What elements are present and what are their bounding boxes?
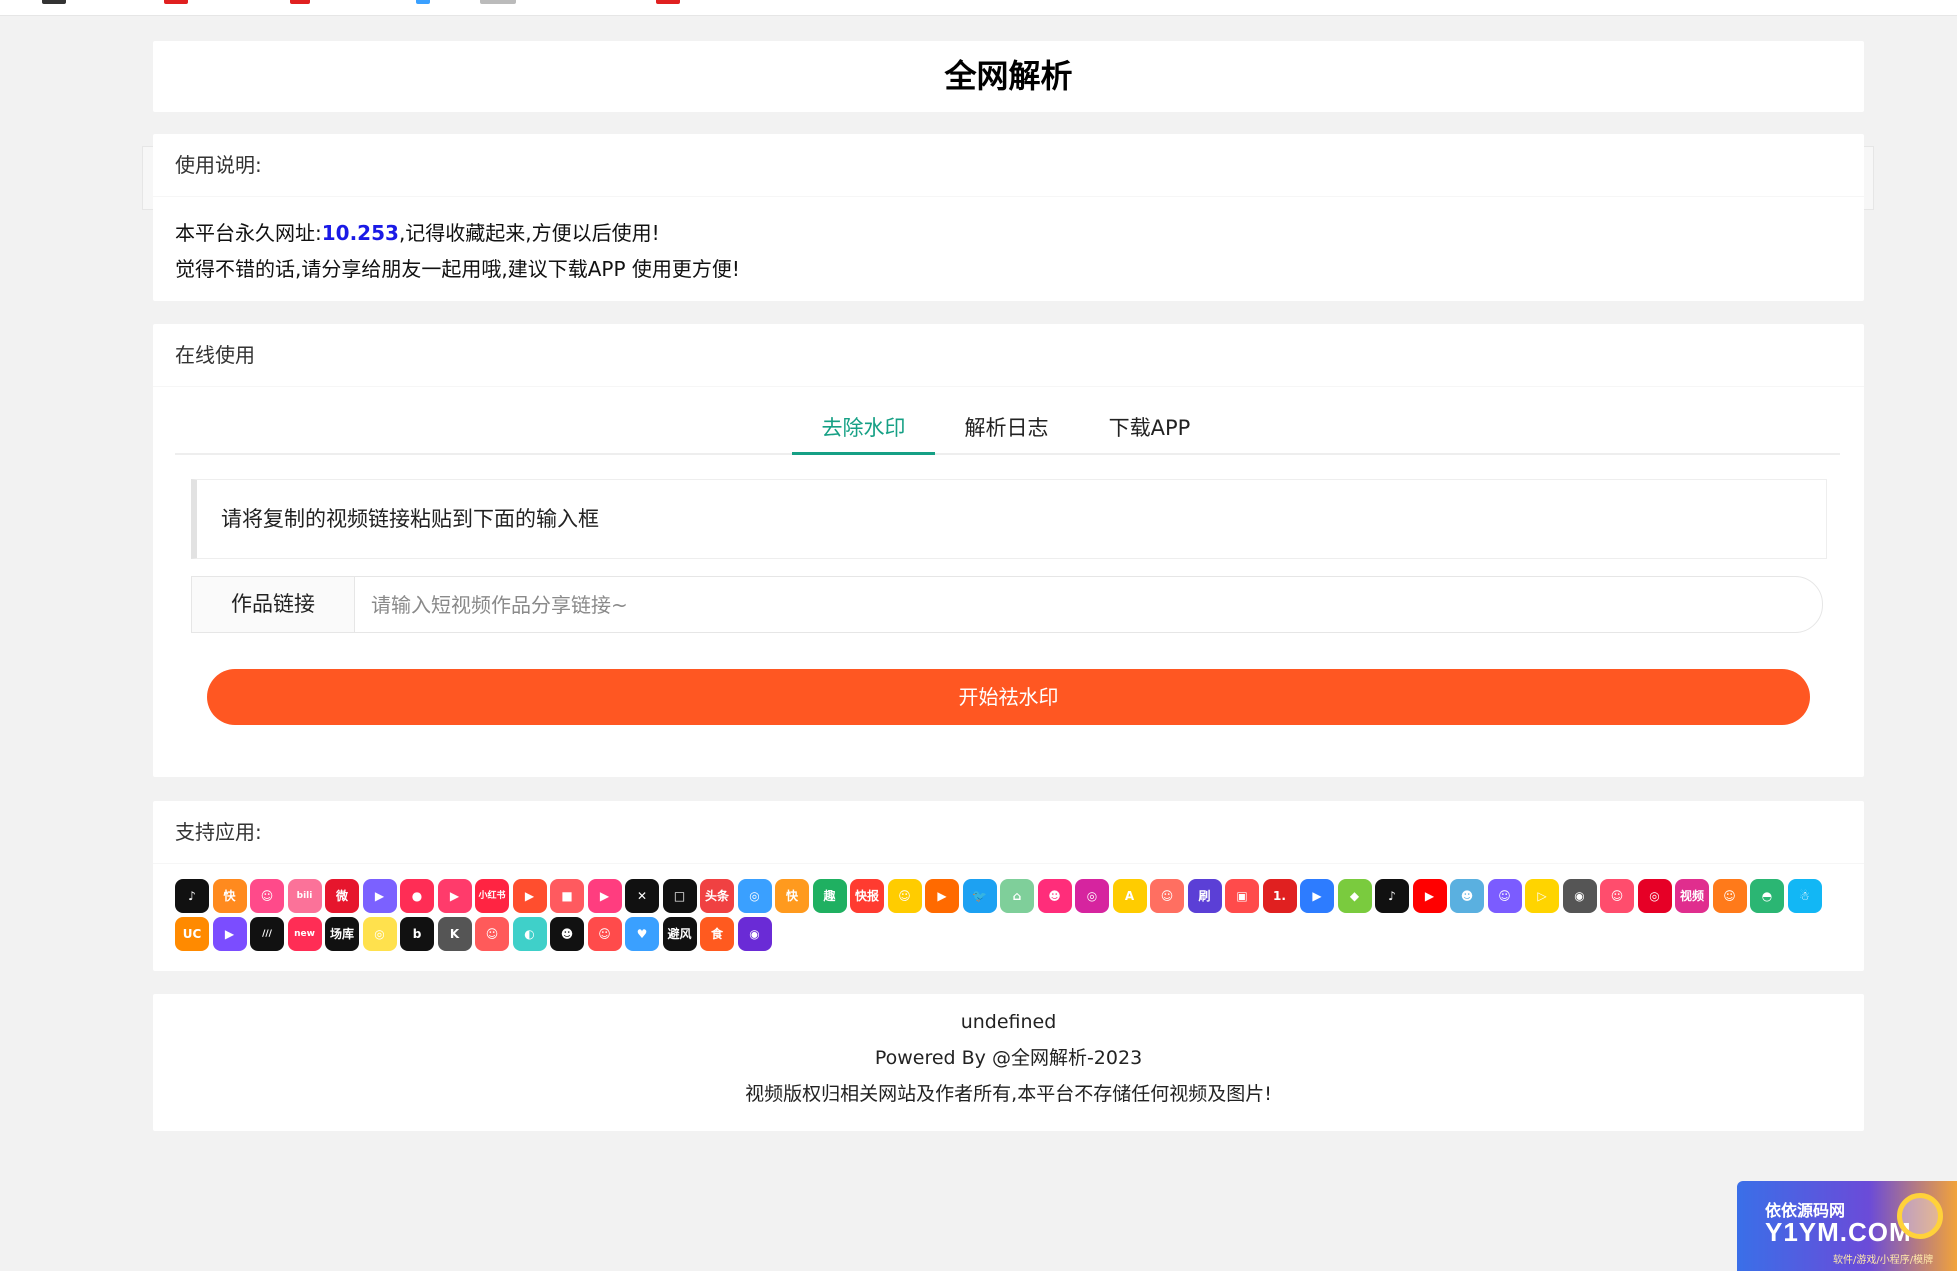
tab-bar: 去除水印 解析日志 下载APP [175, 408, 1840, 455]
douyin-icon: ♪ [175, 879, 209, 913]
app6-icon: ▶ [362, 879, 397, 913]
new-icon: new [287, 917, 322, 951]
app16-icon: ◎ [737, 879, 772, 913]
footer-card: undefined Powered By @全网解析-2023 视频版权归相关网… [153, 994, 1864, 1131]
kuai-icon: 快 [775, 879, 809, 913]
shipin-icon: 视频 [1675, 879, 1709, 913]
changku-icon: 场库 [325, 917, 359, 951]
online-header: 在线使用 [153, 324, 1864, 387]
kuaibao-icon: 快报 [850, 879, 884, 913]
app55-icon: ☻ [550, 917, 584, 951]
app53-icon: ☺ [475, 917, 509, 951]
support-header: 支持应用: [153, 801, 1864, 864]
app54-icon: ◐ [512, 917, 547, 951]
app32-icon: ◆ [1337, 879, 1372, 913]
permanent-url[interactable]: 10.253 [322, 221, 399, 245]
link-input-row: 作品链接 [191, 576, 1823, 633]
app35-icon: ☻ [1450, 879, 1484, 913]
app38-icon: ◉ [1562, 879, 1597, 913]
app60-icon: ◉ [737, 917, 772, 951]
netease-icon: ◎ [1637, 879, 1672, 913]
app27-icon: ☺ [1150, 879, 1184, 913]
usage-line-1-prefix: 本平台永久网址: [175, 221, 322, 245]
topbar-icon[interactable] [416, 0, 430, 4]
xiaohongshu-icon: 小红书 [475, 879, 509, 913]
watermark-badge[interactable]: 依依源码网 Y1YM.COM 软件/游戏/小程序/模牌 [1737, 1181, 1957, 1271]
tab-remove-watermark[interactable]: 去除水印 [792, 408, 935, 455]
gang-icon: 刷 [1187, 879, 1222, 913]
capcut-icon: ✕ [625, 879, 659, 913]
app14-icon: □ [662, 879, 697, 913]
badge-domain: Y1YM.COM [1765, 1217, 1912, 1247]
app51-icon: b [400, 917, 434, 951]
kuaishou-icon: 快 [212, 879, 247, 913]
topbar-icon[interactable] [290, 0, 310, 4]
topbar-icon[interactable] [656, 0, 680, 4]
app57-icon: ♥ [625, 917, 659, 951]
app8-icon: ▶ [437, 879, 472, 913]
shi-icon: 食 [700, 917, 734, 951]
top-bar [0, 0, 1957, 16]
app47-icon: /// [250, 917, 284, 951]
app36-icon: ☺ [1487, 879, 1522, 913]
qu-icon: 趣 [812, 879, 847, 913]
usage-body: 本平台永久网址:10.253,记得收藏起来,方便以后使用! 觉得不错的话,请分享… [153, 197, 1864, 287]
app56-icon: ☺ [587, 917, 622, 951]
app43-icon: ◓ [1750, 879, 1784, 913]
k-icon: K [437, 917, 472, 951]
app11-icon: ■ [550, 879, 584, 913]
app26-icon: A [1112, 879, 1147, 913]
support-card: 支持应用: ♪ 快 ☺ bili 微 ▶ ● ▶ 小红书 ▶ ■ ▶ ✕ □ 头条 ◎ 快趣快报 ☺ ▶ 🐦 ⌂ ☻ ◎ A ☺… [153, 801, 1864, 971]
instagram-icon: ◎ [1075, 879, 1109, 913]
app24-icon: ☻ [1037, 879, 1072, 913]
app10-icon: ▶ [512, 879, 547, 913]
app42-icon: ☺ [1712, 879, 1747, 913]
app23-icon: ⌂ [1000, 879, 1034, 913]
bilibili-icon: bili [287, 879, 322, 913]
uc-icon: UC [175, 917, 209, 951]
link-input-label: 作品链接 [191, 576, 354, 633]
paste-notice: 请将复制的视频链接粘贴到下面的输入框 [191, 479, 1827, 559]
usage-card: 使用说明: 本平台永久网址:10.253,记得收藏起来,方便以后使用! 觉得不错… [153, 134, 1864, 301]
app39-icon: ☺ [1600, 879, 1634, 913]
usage-line-1-suffix: ,记得收藏起来,方便以后使用! [398, 221, 660, 245]
app37-icon: ▷ [1525, 879, 1559, 913]
qq-icon: ☃ [1787, 879, 1822, 913]
footer-line-1: undefined [960, 1011, 1057, 1033]
app7-icon: ● [400, 879, 434, 913]
page-title: 全网解析 [944, 57, 1073, 95]
start-remove-watermark-button[interactable]: 开始祛水印 [207, 669, 1810, 725]
title-card: 全网解析 [153, 41, 1864, 112]
topbar-icon[interactable] [164, 0, 188, 4]
app50-icon: ◎ [362, 917, 397, 951]
topbar-icon[interactable] [42, 0, 66, 4]
bifeng-icon: 避风 [662, 917, 697, 951]
app21-icon: ▶ [925, 879, 959, 913]
app30-icon: 1. [1262, 879, 1297, 913]
usage-line-2: 觉得不错的话,请分享给朋友一起用哦,建议下载APP 使用更方便! [175, 257, 740, 281]
topbar-icon[interactable] [480, 0, 516, 4]
usage-line-1: 本平台永久网址:10.253,记得收藏起来,方便以后使用! [175, 215, 1842, 251]
badge-tagline: 软件/游戏/小程序/模牌 [1833, 1255, 1934, 1266]
footer-copyright: 视频版权归相关网站及作者所有,本平台不存储任何视频及图片! [745, 1083, 1272, 1105]
youtube-icon: ▶ [1412, 879, 1447, 913]
tiktok-icon: ♪ [1375, 879, 1409, 913]
footer-powered-by: Powered By @全网解析-2023 [874, 1047, 1143, 1069]
twitter-icon: 🐦 [962, 879, 997, 913]
magnifier-icon [1897, 1193, 1943, 1239]
weibo-icon: 微 [325, 879, 359, 913]
toutiao-icon: 头条 [700, 879, 734, 913]
app31-icon: ▶ [1300, 879, 1334, 913]
tab-download-app[interactable]: 下载APP [1078, 408, 1221, 455]
tab-parse-log[interactable]: 解析日志 [935, 408, 1078, 455]
usage-header: 使用说明: [153, 134, 1864, 197]
app20-icon: ☺ [887, 879, 922, 913]
online-card: 在线使用 去除水印 解析日志 下载APP 请将复制的视频链接粘贴到下面的输入框 … [153, 324, 1864, 777]
app3-icon: ☺ [250, 879, 284, 913]
app29-icon: ▣ [1225, 879, 1259, 913]
app46-icon: ▶ [212, 917, 247, 951]
link-input[interactable] [354, 576, 1823, 633]
app12-icon: ▶ [587, 879, 622, 913]
